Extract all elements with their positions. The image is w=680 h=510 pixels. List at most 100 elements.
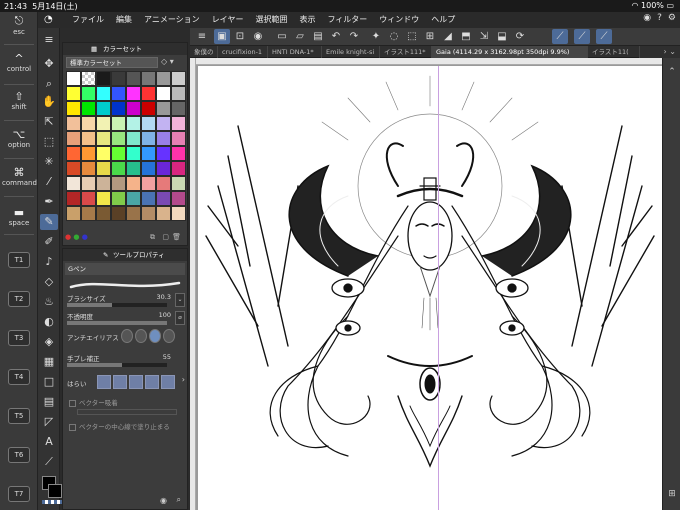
- eyedropper-icon[interactable]: ⁄: [40, 174, 58, 190]
- color-swatch[interactable]: [66, 161, 81, 176]
- move-tool-icon[interactable]: ✥: [40, 56, 58, 72]
- color-swatch[interactable]: [96, 101, 111, 116]
- document-tab[interactable]: イラスト11(: [588, 46, 640, 58]
- brush-size-value[interactable]: 30.3: [157, 293, 171, 301]
- shape-tool-icon[interactable]: □: [40, 374, 58, 390]
- fill-bucket-icon[interactable]: ◈: [40, 334, 58, 350]
- checkbox-box[interactable]: [69, 399, 76, 407]
- color-swatch[interactable]: [141, 101, 156, 116]
- opacity-slider[interactable]: [67, 321, 167, 325]
- add-color-icon[interactable]: ▢: [162, 233, 169, 241]
- color-swatch[interactable]: [141, 86, 156, 101]
- color-swatch[interactable]: [171, 116, 186, 131]
- sub-color-swatch[interactable]: [48, 484, 62, 498]
- color-swatch[interactable]: [156, 161, 171, 176]
- pen-tool-icon[interactable]: ✒: [40, 194, 58, 210]
- color-swatch[interactable]: [66, 86, 81, 101]
- color-swatch[interactable]: [81, 161, 96, 176]
- airbrush-icon[interactable]: ♪: [40, 254, 58, 270]
- taper-option-5[interactable]: [161, 375, 175, 389]
- color-swatch[interactable]: [126, 161, 141, 176]
- color-swatch[interactable]: [156, 71, 171, 86]
- gradient-icon[interactable]: ▦: [40, 354, 58, 370]
- stabilization-slider[interactable]: [67, 363, 167, 367]
- color-swatch[interactable]: [111, 86, 126, 101]
- undo-icon[interactable]: ↶: [328, 29, 344, 44]
- menu-icon[interactable]: ≡: [194, 29, 210, 44]
- control-key[interactable]: ^ control: [2, 52, 36, 73]
- snap-grid-icon[interactable]: ⟋: [596, 29, 612, 44]
- frame-tool-icon[interactable]: ▤: [40, 394, 58, 410]
- document-tab[interactable]: HNTI DNA-1*: [268, 46, 322, 58]
- menu-item[interactable]: 選択範囲: [255, 14, 287, 25]
- color-swatch[interactable]: [81, 86, 96, 101]
- ruler-tool-icon[interactable]: ⟋: [40, 454, 58, 470]
- tool-key-5[interactable]: T5: [8, 408, 30, 424]
- settings-icon[interactable]: ⚙: [668, 13, 676, 23]
- color-swatch[interactable]: [66, 71, 81, 86]
- color-swatch[interactable]: [111, 176, 126, 191]
- menu-item[interactable]: ウィンドウ: [379, 14, 419, 25]
- menu-item[interactable]: フィルター: [327, 14, 367, 25]
- color-swatch[interactable]: [156, 191, 171, 206]
- deselect-icon[interactable]: ◌: [386, 29, 402, 44]
- color-swatch[interactable]: [81, 176, 96, 191]
- color-swatch[interactable]: [96, 191, 111, 206]
- color-swatch[interactable]: [141, 176, 156, 191]
- color-swatch[interactable]: [96, 86, 111, 101]
- blend-tool-icon[interactable]: ♨: [40, 294, 58, 310]
- color-swatch[interactable]: [81, 206, 96, 221]
- balloon-tool-icon[interactable]: ◸: [40, 414, 58, 430]
- new-file-icon[interactable]: ▭: [274, 29, 290, 44]
- color-swatch[interactable]: [81, 131, 96, 146]
- more-icon[interactable]: ▾: [170, 57, 174, 66]
- color-swatch[interactable]: [96, 146, 111, 161]
- color-swatch[interactable]: [66, 146, 81, 161]
- antialias-strong[interactable]: [163, 329, 175, 343]
- color-swatch[interactable]: [171, 206, 186, 221]
- vector-snap-checkbox[interactable]: ベクター吸着: [69, 397, 118, 407]
- vector-snap-slider[interactable]: [77, 409, 177, 415]
- chevron-icon[interactable]: ◇: [161, 57, 167, 66]
- color-swatch[interactable]: [96, 71, 111, 86]
- vector-center-checkbox[interactable]: ベクターの中心線で塗り止まる: [69, 421, 170, 431]
- color-swatch[interactable]: [156, 146, 171, 161]
- color-swatch[interactable]: [141, 206, 156, 221]
- document-tab[interactable]: crucifixion-1: [218, 46, 268, 58]
- color-swatch[interactable]: [141, 71, 156, 86]
- expand-icon[interactable]: ⇲: [476, 29, 492, 44]
- color-swatch[interactable]: [156, 116, 171, 131]
- color-swatch[interactable]: [126, 86, 141, 101]
- menu-item[interactable]: 編集: [116, 14, 132, 25]
- color-swatch[interactable]: [156, 176, 171, 191]
- color-swatch[interactable]: [96, 206, 111, 221]
- document-tab[interactable]: 象僕の: [190, 46, 218, 58]
- color-swatch[interactable]: [111, 206, 126, 221]
- color-swatch[interactable]: [81, 116, 96, 131]
- menu-item[interactable]: ヘルプ: [431, 14, 455, 25]
- color-swatch[interactable]: [96, 176, 111, 191]
- color-swatch[interactable]: [126, 131, 141, 146]
- color-swatch[interactable]: [171, 86, 186, 101]
- canvas-paper[interactable]: [198, 66, 662, 510]
- option-key[interactable]: ⌥ option: [2, 128, 36, 149]
- chevron-down-icon[interactable]: ⌄: [669, 47, 676, 56]
- chevron-up-icon[interactable]: ⌃: [666, 66, 678, 78]
- vertical-ruler[interactable]: [190, 58, 196, 510]
- app-logo-icon[interactable]: ◔: [44, 14, 58, 26]
- color-swatch[interactable]: [96, 161, 111, 176]
- layer-transform-icon[interactable]: ⊡: [232, 29, 248, 44]
- open-file-icon[interactable]: ▱: [292, 29, 308, 44]
- object-select-icon[interactable]: ⇱: [40, 114, 58, 130]
- color-swatch[interactable]: [126, 101, 141, 116]
- color-swatch[interactable]: [141, 191, 156, 206]
- transparent-color-swatch[interactable]: [42, 500, 62, 504]
- antialias-medium[interactable]: [149, 329, 161, 343]
- color-swatch[interactable]: [126, 191, 141, 206]
- color-swatch[interactable]: [141, 161, 156, 176]
- redo-icon[interactable]: ↷: [346, 29, 362, 44]
- color-swatch[interactable]: [126, 206, 141, 221]
- taper-option-3[interactable]: [129, 375, 143, 389]
- stabilization-row[interactable]: 手ブレ補正 55: [67, 353, 185, 371]
- color-swatch[interactable]: [111, 71, 126, 86]
